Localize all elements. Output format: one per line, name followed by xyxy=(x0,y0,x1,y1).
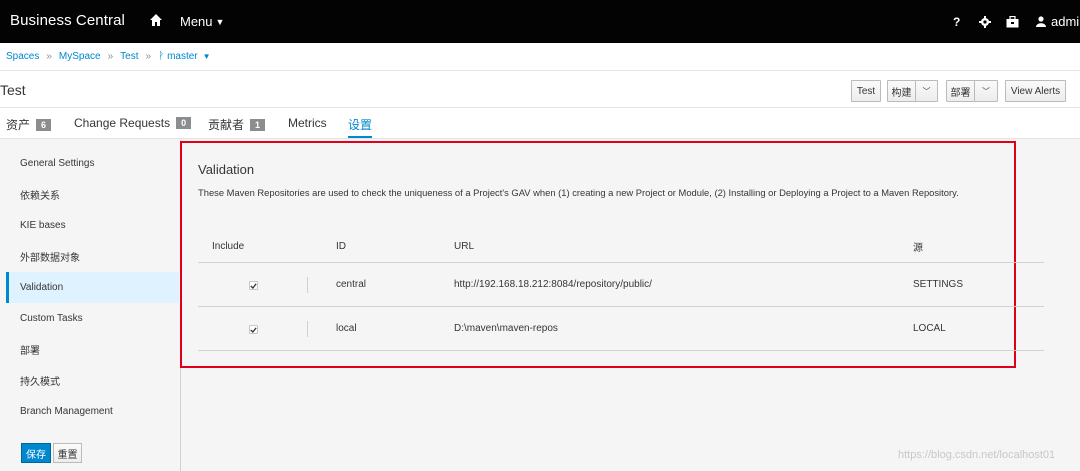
column-divider xyxy=(307,277,308,293)
sidebar-item-validation[interactable]: Validation xyxy=(6,272,179,303)
page-title: Test xyxy=(0,82,26,98)
tab-label: 贡献者 xyxy=(208,118,245,132)
repo-url: http://192.168.18.212:8084/repository/pu… xyxy=(454,279,652,290)
sidebar-item-custom-tasks[interactable]: Custom Tasks xyxy=(6,303,179,334)
brand-title[interactable]: Business Central xyxy=(10,12,125,29)
tab-assets[interactable]: 资产 6 xyxy=(6,116,52,133)
repo-id: central xyxy=(336,279,367,290)
breadcrumb-spaces[interactable]: Spaces xyxy=(6,51,39,62)
column-header-url[interactable]: URL xyxy=(454,231,474,262)
column-header-include[interactable]: Include xyxy=(212,231,244,262)
count-badge: 1 xyxy=(250,119,266,131)
save-button[interactable]: 保存 xyxy=(21,443,51,463)
table-row: local D:\maven\maven-repos LOCAL xyxy=(198,307,1044,351)
user-menu[interactable]: admin xyxy=(1036,0,1080,43)
tab-contributors[interactable]: 贡献者 1 xyxy=(208,116,266,133)
tab-settings[interactable]: 设置 xyxy=(348,116,373,138)
deploy-button[interactable]: 部署 xyxy=(946,80,975,102)
column-divider xyxy=(307,321,308,337)
include-checkbox[interactable] xyxy=(249,281,258,290)
chevron-down-icon: ▼ xyxy=(215,17,225,27)
count-badge: 6 xyxy=(36,119,52,131)
breadcrumb-test[interactable]: Test xyxy=(120,51,138,62)
user-icon xyxy=(1036,16,1046,27)
validation-panel: Validation These Maven Repositories are … xyxy=(180,141,1044,368)
sidebar-item-branch-management[interactable]: Branch Management xyxy=(6,396,179,427)
gear-icon[interactable] xyxy=(979,0,991,43)
sidebar-item-deployments[interactable]: 部署 xyxy=(6,334,179,365)
project-title-bar: Test Test 构建 ﹀ 部署 ﹀ View Alerts xyxy=(0,71,1080,108)
repositories-table: Include ID URL 源 central http://192.168.… xyxy=(198,231,1044,351)
briefcase-icon[interactable] xyxy=(1006,0,1019,43)
breadcrumb: Spaces » MySpace » Test » ᚹ master ▼ xyxy=(0,43,1080,71)
chevron-down-icon: ﹀ xyxy=(982,86,990,96)
tab-label: Metrics xyxy=(288,116,327,130)
sidebar-item-persistence[interactable]: 持久模式 xyxy=(6,365,179,396)
tab-label: 设置 xyxy=(348,118,373,132)
tab-label: Change Requests xyxy=(74,116,171,130)
user-name: admin xyxy=(1051,14,1080,29)
breadcrumb-separator: » xyxy=(145,51,152,62)
repo-url: D:\maven\maven-repos xyxy=(454,323,558,334)
section-title: Validation xyxy=(198,162,255,177)
test-button[interactable]: Test xyxy=(851,80,881,102)
help-icon[interactable]: ? xyxy=(953,0,960,43)
tab-metrics[interactable]: Metrics xyxy=(288,116,327,130)
menu-label: Menu xyxy=(180,14,213,29)
top-navbar: Business Central Menu▼ ? admin xyxy=(0,0,1080,43)
sidebar-item-dependencies[interactable]: 依赖关系 xyxy=(6,179,179,210)
breadcrumb-myspace[interactable]: MySpace xyxy=(59,51,101,62)
chevron-down-icon[interactable]: ▼ xyxy=(203,52,211,61)
table-header: Include ID URL 源 xyxy=(198,231,1044,263)
repo-source: SETTINGS xyxy=(913,279,964,290)
repo-id: local xyxy=(336,323,357,334)
build-button[interactable]: 构建 xyxy=(887,80,916,102)
sidebar-item-external-data-objects[interactable]: 外部数据对象 xyxy=(6,241,179,272)
branch-icon: ᚹ xyxy=(158,51,165,62)
include-checkbox[interactable] xyxy=(249,325,258,334)
checkmark-icon xyxy=(250,326,257,333)
breadcrumb-separator: » xyxy=(107,51,114,62)
build-dropdown-toggle[interactable]: ﹀ xyxy=(915,80,938,102)
sidebar-item-general-settings[interactable]: General Settings xyxy=(6,148,179,179)
view-alerts-button[interactable]: View Alerts xyxy=(1005,80,1066,102)
repo-source: LOCAL xyxy=(913,323,946,334)
column-header-source[interactable]: 源 xyxy=(913,231,923,262)
count-badge: 0 xyxy=(176,117,192,129)
tab-label: 资产 xyxy=(6,118,31,132)
project-tabs: 资产 6 Change Requests 0 贡献者 1 Metrics 设置 xyxy=(0,108,1080,139)
reset-button[interactable]: 重置 xyxy=(53,443,82,463)
chevron-down-icon: ﹀ xyxy=(922,86,931,96)
tab-change-requests[interactable]: Change Requests 0 xyxy=(74,116,192,130)
sidebar-item-kie-bases[interactable]: KIE bases xyxy=(6,210,179,241)
deploy-dropdown-toggle[interactable]: ﹀ xyxy=(974,80,998,102)
branch-selector[interactable]: master xyxy=(167,51,198,62)
watermark-text: https://blog.csdn.net/localhost01 xyxy=(898,449,1056,461)
column-header-id[interactable]: ID xyxy=(336,231,346,262)
table-row: central http://192.168.18.212:8084/repos… xyxy=(198,263,1044,307)
section-description: These Maven Repositories are used to che… xyxy=(198,187,959,198)
menu-dropdown[interactable]: Menu ▼ xyxy=(180,14,224,29)
breadcrumb-separator: » xyxy=(46,51,52,62)
checkmark-icon xyxy=(250,282,257,289)
home-icon[interactable] xyxy=(149,13,163,27)
